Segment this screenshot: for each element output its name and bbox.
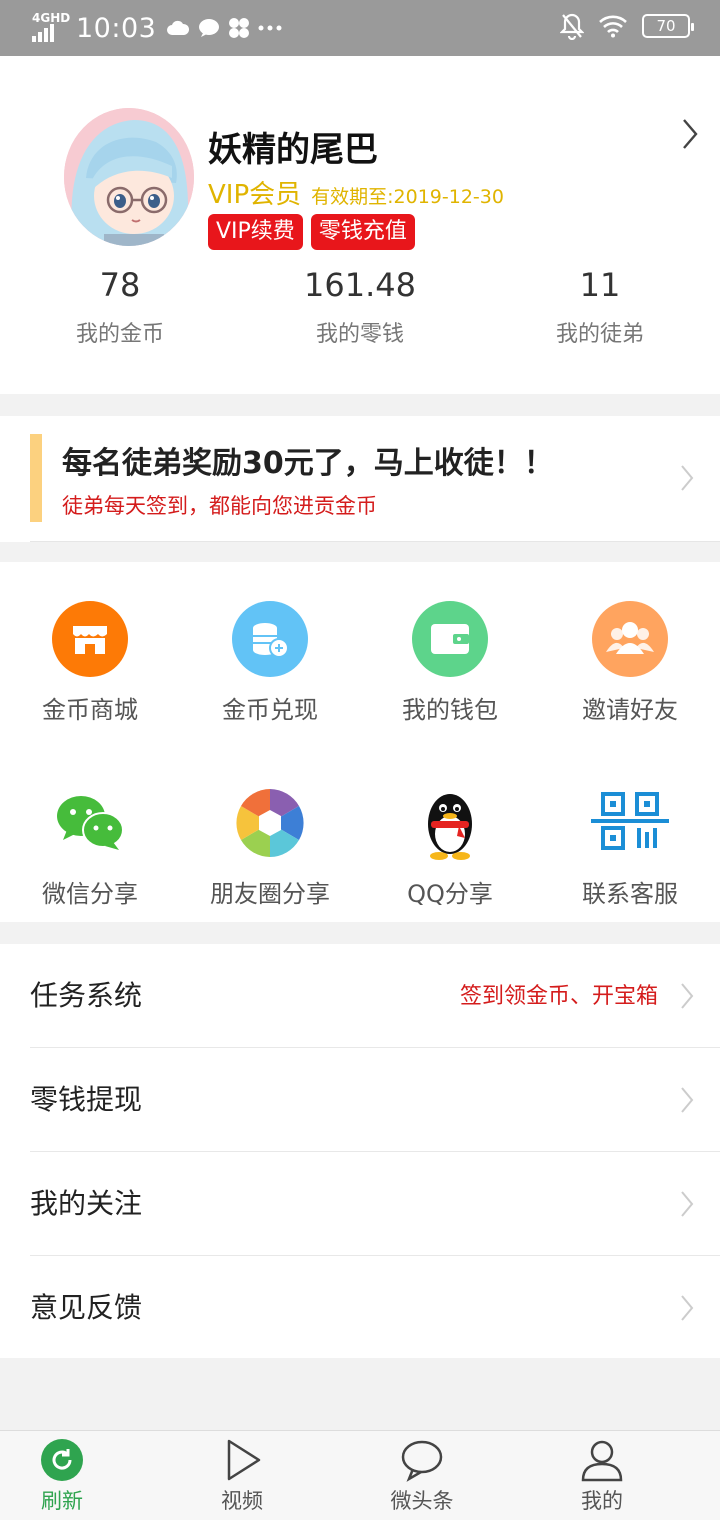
chevron-right-icon	[681, 1087, 694, 1113]
chevron-right-icon	[681, 983, 694, 1009]
grid-label: 金币商城	[42, 696, 138, 724]
list-item-hint: 签到领金币、开宝箱	[459, 984, 658, 1009]
tab-label: 我的	[581, 1489, 623, 1513]
vip-renew-button[interactable]: VIP续费	[208, 214, 303, 250]
tab-refresh[interactable]: 刷新	[2, 1437, 122, 1515]
stat-label: 我的徒弟	[555, 322, 644, 347]
wifi-icon	[599, 15, 627, 38]
stat-label: 我的金币	[75, 322, 164, 347]
tab-video[interactable]: 视频	[182, 1437, 302, 1515]
grid-label: 微信分享	[42, 880, 138, 908]
stats-row: 78 我的金币 161.48 我的零钱 11 我的徒弟	[0, 266, 720, 348]
moments-icon	[236, 789, 304, 857]
tab-label: 刷新	[41, 1489, 83, 1513]
speech-bubble-icon	[401, 1440, 443, 1482]
stat-value: 161.48	[304, 266, 416, 304]
network-label: 4GHD	[32, 11, 71, 25]
tab-me[interactable]: 我的	[542, 1437, 662, 1515]
wallet-icon	[412, 601, 488, 677]
chevron-right-icon	[681, 1191, 694, 1217]
banner-subtitle: 徒弟每天签到，都能向您进贡金币	[62, 494, 377, 518]
grid-item-wallet[interactable]: 我的钱包	[360, 600, 540, 725]
list-item-task-system[interactable]: 任务系统 签到领金币、开宝箱	[0, 944, 720, 1048]
clock: 10:03	[76, 12, 157, 44]
vip-expiry: 有效期至:2019-12-30	[311, 186, 504, 208]
list-item-withdraw[interactable]: 零钱提现	[0, 1048, 720, 1152]
list-item-label: 我的关注	[30, 1187, 143, 1220]
notification-icons	[166, 17, 282, 39]
play-icon	[227, 1439, 261, 1481]
stat-apprentices[interactable]: 11 我的徒弟	[480, 266, 720, 348]
stat-coins[interactable]: 78 我的金币	[0, 266, 240, 348]
grid-item-customer-service[interactable]: 联系客服	[540, 784, 720, 909]
stat-value: 78	[99, 266, 141, 304]
grid-label: 邀请好友	[582, 696, 678, 724]
banner-title: 每名徒弟奖励30元了，马上收徒！！	[62, 446, 554, 481]
chevron-right-icon	[681, 465, 694, 491]
username: 妖精的尾巴	[208, 130, 378, 170]
stat-value: 11	[579, 266, 621, 304]
recharge-button[interactable]: 零钱充值	[310, 214, 415, 250]
fan-icon	[229, 18, 250, 38]
avatar[interactable]	[64, 108, 194, 246]
list-item-following[interactable]: 我的关注	[0, 1152, 720, 1256]
avatar-illustration	[64, 108, 194, 246]
tab-label: 微头条	[390, 1489, 454, 1513]
qr-code-icon	[591, 792, 669, 850]
grid-label: 我的钱包	[402, 696, 498, 724]
grid-label: 金币兑现	[222, 696, 318, 724]
chevron-right-icon[interactable]	[682, 118, 698, 150]
profile-card[interactable]: 妖精的尾巴 VIP会员 有效期至:2019-12-30 VIP续费 零钱充值 7…	[0, 56, 720, 394]
refresh-icon	[41, 1439, 83, 1481]
banner-accent-bar	[30, 434, 42, 522]
grid-item-coin-exchange[interactable]: 金币兑现	[180, 600, 360, 725]
list-item-label: 任务系统	[30, 979, 143, 1012]
vip-status: VIP会员 有效期至:2019-12-30	[208, 174, 504, 211]
profile-actions: VIP续费 零钱充值	[208, 214, 415, 250]
battery-icon: 70	[642, 14, 694, 38]
grid-item-moments-share[interactable]: 朋友圈分享	[180, 784, 360, 909]
status-left: 4GHD 10:03	[32, 10, 282, 46]
bottom-tab-bar: 刷新 视频 微头条 我的	[0, 1430, 720, 1520]
tab-label: 视频	[221, 1489, 263, 1513]
coin-exchange-icon	[232, 601, 308, 677]
stat-label: 我的零钱	[315, 322, 404, 347]
menu-list: 任务系统 签到领金币、开宝箱 零钱提现 我的关注 意见反馈	[0, 944, 720, 1358]
invite-friends-icon	[592, 601, 668, 677]
feature-grid: 金币商城 金币兑现 我的钱包 邀请好友 微信分享 朋友圈分享 QQ分享 联系客服	[0, 562, 720, 922]
user-icon	[581, 1440, 623, 1482]
status-bar: 4GHD 10:03 70	[0, 0, 720, 56]
network-signal-icon: 4GHD	[32, 12, 70, 44]
list-item-label: 零钱提现	[30, 1083, 143, 1116]
list-item-label: 意见反馈	[30, 1291, 143, 1324]
stat-change[interactable]: 161.48 我的零钱	[240, 266, 480, 348]
list-item-feedback[interactable]: 意见反馈	[0, 1256, 720, 1360]
chat-bubble-icon	[199, 19, 220, 37]
status-right: 70	[560, 12, 694, 40]
grid-label: QQ分享	[407, 880, 493, 908]
grid-item-wechat-share[interactable]: 微信分享	[0, 784, 180, 909]
wechat-icon	[57, 796, 124, 850]
grid-item-qq-share[interactable]: QQ分享	[360, 784, 540, 909]
divider	[30, 541, 720, 542]
grid-label: 联系客服	[582, 880, 678, 908]
more-icon	[258, 25, 282, 31]
invite-banner[interactable]: 每名徒弟奖励30元了，马上收徒！！ 徒弟每天签到，都能向您进贡金币	[0, 416, 720, 542]
qq-icon	[428, 794, 472, 860]
grid-label: 朋友圈分享	[210, 880, 330, 908]
grid-item-coin-store[interactable]: 金币商城	[0, 600, 180, 725]
chevron-right-icon	[681, 1295, 694, 1321]
store-icon	[52, 601, 128, 677]
battery-level: 70	[656, 17, 676, 35]
mute-bell-icon	[560, 13, 584, 40]
vip-label: VIP会员	[208, 180, 302, 210]
tab-micro-headlines[interactable]: 微头条	[362, 1437, 482, 1515]
cloud-icon	[167, 20, 190, 35]
grid-item-invite-friends[interactable]: 邀请好友	[540, 600, 720, 725]
